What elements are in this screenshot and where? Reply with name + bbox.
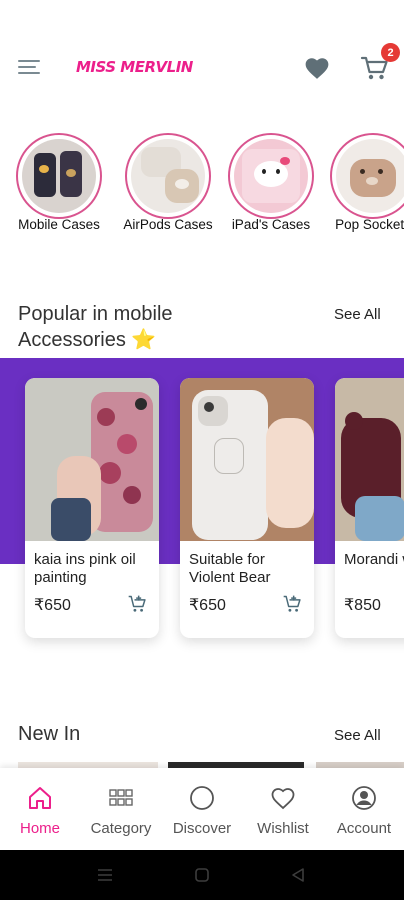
cart-count-badge: 2 (381, 43, 400, 62)
popular-title-line2: Accessories ⭐ (18, 329, 157, 351)
home-icon (26, 784, 54, 812)
app-root: MISS MERVLIN 2 Mobile Cases AirPods Case… (0, 0, 404, 900)
nav-account[interactable]: Account (324, 784, 404, 837)
product-card[interactable]: kaia ins pink oil painting ₹650 (25, 378, 159, 638)
nav-label: Account (336, 820, 392, 837)
product-image (335, 378, 404, 541)
category-airpods-cases[interactable]: AirPods Cases (123, 133, 213, 232)
category-image-ring (228, 133, 314, 219)
product-price: ₹850 (344, 597, 381, 614)
category-image (234, 139, 308, 213)
app-header: MISS MERVLIN 2 (0, 40, 404, 96)
category-ipad-cases[interactable]: iPad's Cases (226, 133, 316, 232)
bottom-navigation: Home Category Discover Wishlist Account (0, 768, 404, 850)
category-image-ring (16, 133, 102, 219)
popular-see-all-link[interactable]: See All (334, 306, 381, 323)
nav-label: Wishlist (257, 820, 309, 837)
discover-icon (188, 784, 216, 812)
product-price: ₹650 (34, 597, 71, 614)
hamburger-menu-icon[interactable] (18, 59, 42, 77)
product-image (25, 378, 159, 541)
category-label: Pop Sockets (335, 217, 404, 232)
category-label: Mobile Cases (18, 217, 100, 232)
category-image-ring (330, 133, 404, 219)
nav-home[interactable]: Home (0, 784, 80, 837)
new-in-see-all-link[interactable]: See All (334, 727, 381, 744)
nav-label: Home (19, 820, 60, 837)
category-image (131, 139, 205, 213)
add-to-cart-icon[interactable] (282, 594, 302, 614)
product-name: Morandi wine red (344, 551, 404, 568)
heart-outline-icon (269, 784, 297, 812)
category-mobile-cases[interactable]: Mobile Cases (14, 133, 104, 232)
product-price: ₹650 (189, 597, 226, 614)
popular-section-title: Popular in mobile Accessories ⭐ (18, 301, 173, 353)
add-to-cart-icon[interactable] (127, 594, 147, 614)
product-card[interactable]: Suitable for Violent Bear ₹650 (180, 378, 314, 638)
product-image (180, 378, 314, 541)
nav-label: Discover (172, 820, 232, 837)
category-image-ring (125, 133, 211, 219)
recents-icon[interactable] (96, 867, 114, 888)
nav-discover[interactable]: Discover (162, 784, 242, 837)
category-image (336, 139, 404, 213)
product-card[interactable]: Morandi wine red ₹850 (335, 378, 404, 638)
nav-label: Category (90, 820, 152, 837)
new-in-title: New In (18, 723, 81, 745)
grid-icon (107, 784, 135, 812)
home-system-icon[interactable] (194, 867, 210, 888)
category-pop-sockets[interactable]: Pop Sockets (328, 133, 404, 232)
popular-title-line1: Popular in mobile (18, 303, 173, 325)
category-label: iPad's Cases (231, 217, 311, 232)
nav-category[interactable]: Category (81, 784, 161, 837)
account-icon (350, 784, 378, 812)
product-name: Suitable for Violent Bear (189, 551, 271, 586)
brand-logo: MISS MERVLIN (76, 58, 193, 76)
system-navigation-bar (0, 850, 404, 900)
product-name: kaia ins pink oil painting (34, 551, 136, 586)
heart-icon[interactable] (304, 56, 330, 80)
nav-wishlist[interactable]: Wishlist (243, 784, 323, 837)
category-label: AirPods Cases (123, 217, 213, 232)
category-image (22, 139, 96, 213)
back-system-icon[interactable] (290, 867, 306, 888)
